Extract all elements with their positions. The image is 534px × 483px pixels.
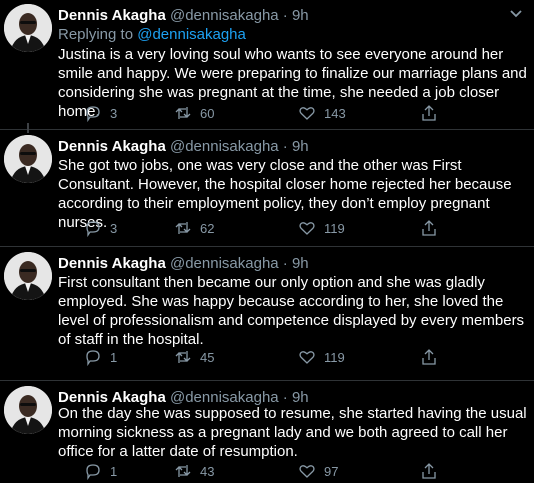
author-handle[interactable]: @dennisakagha bbox=[170, 255, 279, 272]
like-count: 143 bbox=[324, 105, 346, 121]
author-name[interactable]: Dennis Akagha bbox=[58, 255, 166, 272]
like-count: 119 bbox=[324, 349, 345, 365]
retweet-icon bbox=[175, 222, 191, 234]
separator-dot: · bbox=[282, 7, 288, 24]
heart-icon bbox=[299, 222, 315, 235]
reply-count: 1 bbox=[110, 349, 118, 365]
like-button[interactable]: 119 bbox=[298, 348, 345, 366]
retweet-count: 62 bbox=[200, 220, 215, 236]
tweet-actions: 3 60 143 bbox=[58, 104, 498, 122]
retweet-button[interactable]: 43 bbox=[174, 462, 214, 480]
thread-line bbox=[27, 123, 29, 133]
mention-link[interactable]: @dennisakagha bbox=[137, 26, 246, 43]
retweet-count: 45 bbox=[200, 349, 215, 365]
reply-count: 3 bbox=[110, 220, 118, 236]
timestamp[interactable]: 9h bbox=[292, 138, 309, 155]
tweet[interactable]: Dennis Akagha @dennisakagha · 9h First c… bbox=[0, 248, 534, 381]
tweet-actions: 1 45 119 bbox=[58, 348, 498, 366]
reply-icon bbox=[86, 464, 100, 480]
more-icon[interactable] bbox=[504, 4, 528, 22]
tweet-actions: 3 62 119 bbox=[58, 219, 498, 237]
tweet-text: On the day she was supposed to resume, s… bbox=[58, 405, 527, 460]
avatar[interactable] bbox=[4, 135, 52, 183]
timestamp[interactable]: 9h bbox=[292, 7, 309, 24]
retweet-icon bbox=[175, 351, 191, 363]
reply-button[interactable]: 1 bbox=[84, 348, 120, 366]
reply-button[interactable]: 3 bbox=[84, 219, 120, 237]
share-button[interactable] bbox=[420, 104, 446, 122]
tweet-text: First consultant then became our only op… bbox=[58, 274, 525, 348]
reply-count: 1 bbox=[110, 463, 118, 479]
separator-dot: · bbox=[282, 255, 288, 272]
share-icon bbox=[422, 349, 436, 365]
author-handle[interactable]: @dennisakagha bbox=[170, 7, 279, 24]
share-button[interactable] bbox=[420, 462, 446, 480]
author-handle[interactable]: @dennisakagha bbox=[170, 138, 279, 155]
heart-icon bbox=[299, 465, 315, 478]
retweet-button[interactable]: 62 bbox=[174, 219, 214, 237]
separator-dot: · bbox=[282, 138, 288, 155]
retweet-icon bbox=[175, 465, 191, 477]
like-button[interactable]: 119 bbox=[298, 219, 345, 237]
tweet-actions: 1 43 97 bbox=[58, 462, 498, 480]
replying-prefix: Replying to bbox=[58, 26, 138, 43]
share-button[interactable] bbox=[420, 348, 446, 366]
timestamp[interactable]: 9h bbox=[292, 255, 309, 272]
tweet[interactable]: Dennis Akagha @dennisakagha · 9h On the … bbox=[0, 382, 534, 483]
reply-button[interactable]: 1 bbox=[84, 462, 120, 480]
avatar[interactable] bbox=[4, 252, 52, 300]
replying-to: Replying to @dennisakagha bbox=[58, 26, 246, 44]
share-icon bbox=[422, 463, 436, 479]
share-icon bbox=[422, 220, 436, 236]
retweet-icon bbox=[175, 107, 191, 119]
like-count: 119 bbox=[324, 220, 345, 236]
share-button[interactable] bbox=[420, 219, 446, 237]
share-icon bbox=[422, 105, 436, 121]
reply-count: 3 bbox=[110, 105, 118, 121]
like-button[interactable]: 143 bbox=[298, 104, 346, 122]
author-name[interactable]: Dennis Akagha bbox=[58, 138, 166, 155]
retweet-button[interactable]: 60 bbox=[174, 104, 214, 122]
reply-button[interactable]: 3 bbox=[84, 104, 120, 122]
reply-icon bbox=[86, 106, 100, 122]
retweet-count: 60 bbox=[200, 105, 215, 121]
avatar[interactable] bbox=[4, 386, 52, 434]
retweet-count: 43 bbox=[200, 463, 215, 479]
author-name[interactable]: Dennis Akagha bbox=[58, 7, 166, 24]
heart-icon bbox=[299, 107, 315, 120]
like-button[interactable]: 97 bbox=[298, 462, 338, 480]
tweet[interactable]: Dennis Akagha @dennisakagha · 9h She got… bbox=[0, 123, 534, 247]
reply-icon bbox=[86, 221, 100, 237]
retweet-button[interactable]: 45 bbox=[174, 348, 214, 366]
heart-icon bbox=[299, 351, 315, 364]
like-count: 97 bbox=[324, 463, 339, 479]
tweet[interactable]: Dennis Akagha @dennisakagha · 9h Replyin… bbox=[0, 0, 534, 130]
avatar[interactable] bbox=[4, 4, 52, 52]
reply-icon bbox=[86, 350, 100, 366]
